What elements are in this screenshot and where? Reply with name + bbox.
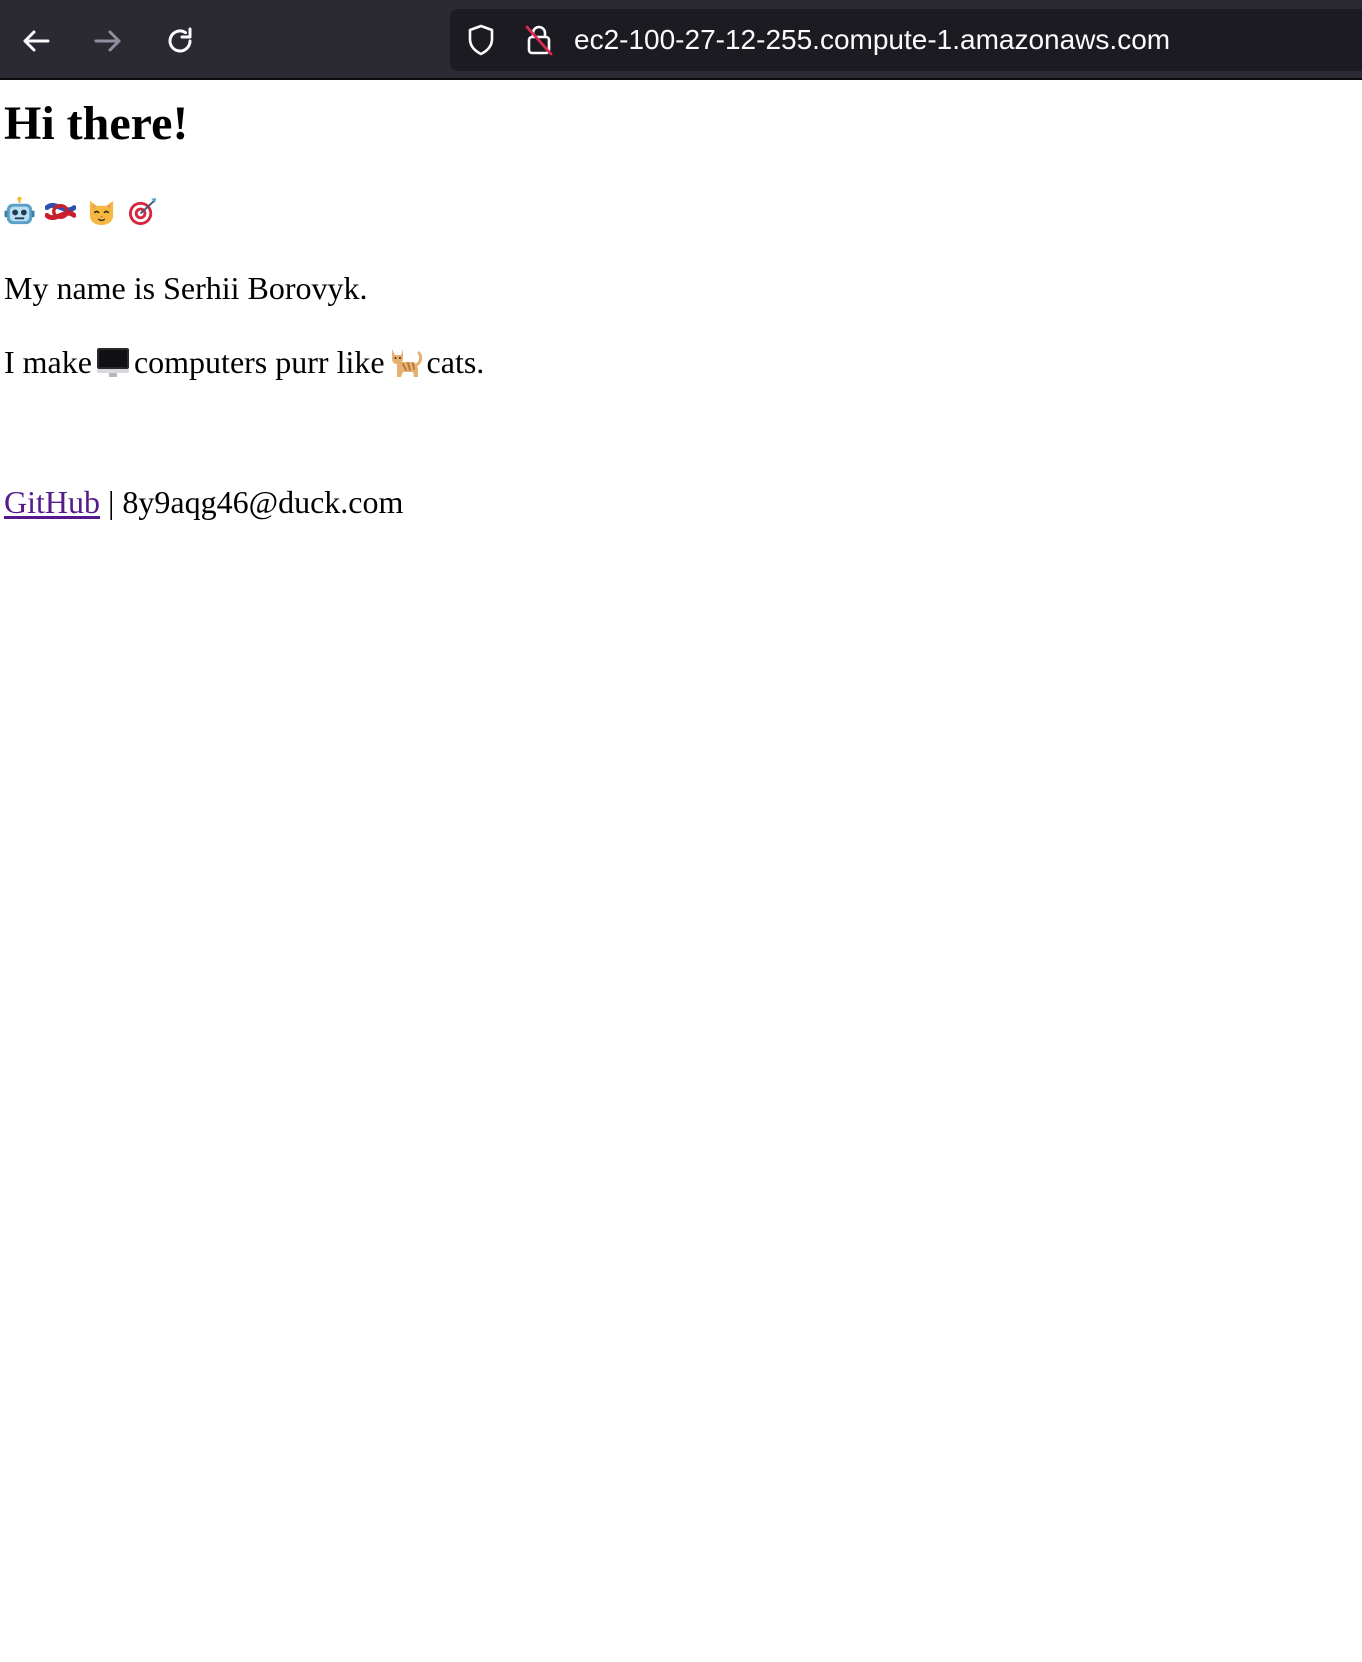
intro-text: My name is Serhii Borovyk.	[4, 270, 368, 306]
cat-emoji	[391, 349, 422, 377]
forward-arrow-icon	[94, 30, 121, 52]
reload-icon	[168, 27, 192, 53]
robot-emoji	[4, 196, 35, 225]
address-bar[interactable]: ec2-100-27-12-255.compute-1.amazonaws.co…	[450, 9, 1362, 71]
insecure-connection-lock-icon[interactable]	[522, 23, 556, 57]
tagline-part-1: I make	[4, 344, 92, 380]
tagline-part-3: cats.	[426, 344, 485, 380]
direct-hit-emoji	[128, 197, 157, 226]
back-button[interactable]	[13, 18, 59, 64]
cat-face-emoji	[89, 200, 114, 226]
tagline-part-2: computers purr like	[133, 344, 385, 380]
reload-button[interactable]	[157, 18, 203, 64]
page-title: Hi there!	[4, 97, 189, 150]
tracking-protection-shield-icon[interactable]	[464, 23, 498, 57]
contact-links: GitHub | 8y9aqg46@duck.com	[4, 482, 403, 522]
github-link[interactable]: GitHub	[4, 484, 100, 520]
url-text[interactable]: ec2-100-27-12-255.compute-1.amazonaws.co…	[574, 23, 1170, 57]
desktop-computer-emoji	[96, 348, 129, 377]
browser-toolbar: ec2-100-27-12-255.compute-1.amazonaws.co…	[0, 0, 1362, 80]
email-text: 8y9aqg46@duck.com	[122, 484, 404, 520]
forward-button[interactable]	[85, 18, 131, 64]
knot-emoji	[45, 203, 76, 220]
back-arrow-icon	[23, 30, 50, 52]
emoji-row	[4, 196, 158, 227]
separator: |	[108, 484, 115, 520]
tagline: I make computers purr like cats.	[4, 342, 484, 382]
